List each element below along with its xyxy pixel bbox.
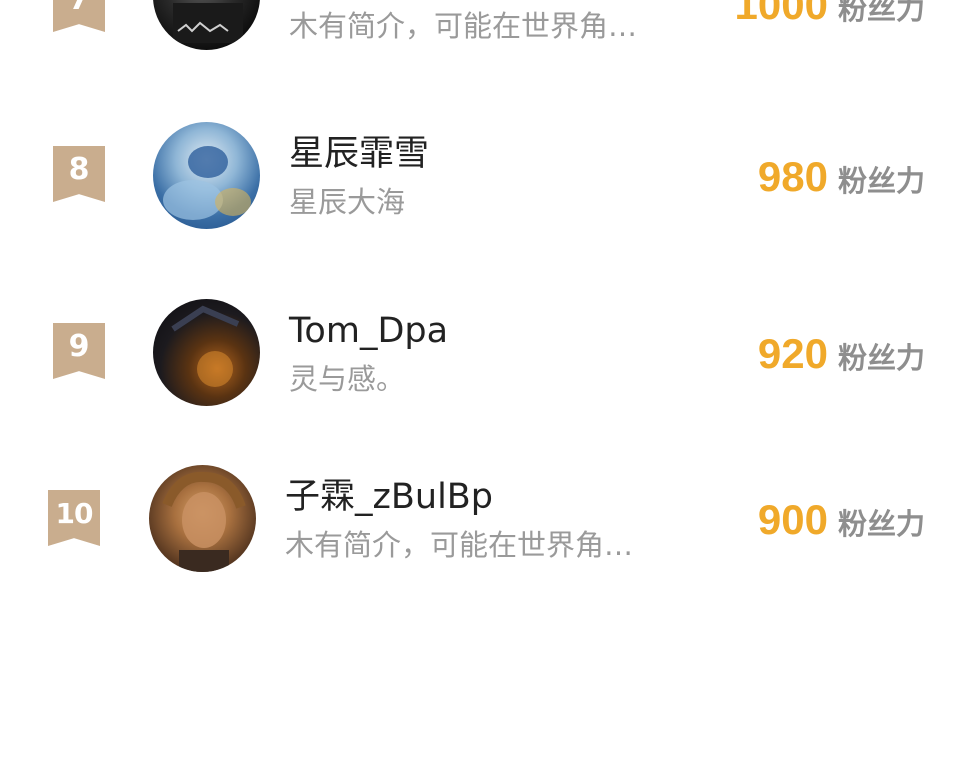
avatar-image <box>162 471 246 572</box>
score-unit: 粉丝力 <box>837 164 925 198</box>
user-bio: 星辰大海 <box>289 185 406 219</box>
ranking-row-10[interactable]: 10 子霖_zBulBp 木有简介，可能在世界角… 900 粉丝力 <box>0 463 969 583</box>
fan-ranking-list: 7 木有简介，可能在世界角… 1000 粉丝力 8 星辰霏雪 星辰大海 980 粉丝… <box>0 0 969 757</box>
ranking-row-9[interactable]: 9 Tom_Dpa 灵与感。 920 粉丝力 <box>0 297 969 417</box>
rank-badge: 8 <box>53 146 105 202</box>
user-bio: 灵与感。 <box>289 362 406 396</box>
avatar[interactable] <box>149 465 256 572</box>
avatar[interactable] <box>153 122 260 229</box>
fan-power-score: 900 粉丝力 <box>758 497 925 552</box>
user-name[interactable]: 子霖_zBulBp <box>285 477 493 517</box>
user-bio: 木有简介，可能在世界角… <box>285 528 634 562</box>
rank-badge: 10 <box>48 490 100 546</box>
fan-power-score: 980 粉丝力 <box>758 154 925 209</box>
user-name[interactable]: 星辰霏雪 <box>289 134 429 174</box>
ranking-row-8[interactable]: 8 星辰霏雪 星辰大海 980 粉丝力 <box>0 120 969 240</box>
score-value: 980 <box>757 153 828 200</box>
avatar[interactable] <box>153 299 260 406</box>
user-bio: 木有简介，可能在世界角… <box>289 9 638 43</box>
score-unit: 粉丝力 <box>837 341 925 375</box>
fan-power-score: 1000 粉丝力 <box>735 0 925 37</box>
ranking-row-7[interactable]: 7 木有简介，可能在世界角… 1000 粉丝力 <box>0 0 969 56</box>
rank-badge: 9 <box>53 323 105 379</box>
rank-badge: 7 <box>53 0 105 32</box>
avatar[interactable] <box>153 0 260 50</box>
avatar-image <box>163 146 251 220</box>
avatar-image <box>173 3 243 43</box>
score-unit: 粉丝力 <box>837 0 925 26</box>
user-name[interactable]: Tom_Dpa <box>289 311 448 351</box>
score-value: 920 <box>757 330 828 377</box>
score-value: 900 <box>757 496 828 543</box>
fan-power-score: 920 粉丝力 <box>758 331 925 386</box>
avatar-image <box>171 305 240 387</box>
score-unit: 粉丝力 <box>837 507 925 541</box>
score-value: 1000 <box>734 0 828 28</box>
